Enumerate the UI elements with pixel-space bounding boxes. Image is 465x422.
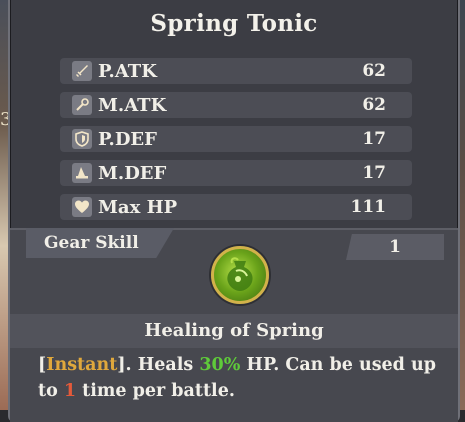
stat-label: M.DEF <box>98 162 167 184</box>
skill-name: Healing of Spring <box>144 320 324 341</box>
desc-use-count: 1 <box>63 381 77 401</box>
stat-row-maxhp: Max HP 111 <box>60 194 412 220</box>
gear-skill-tab-label: Gear Skill <box>44 233 139 253</box>
wand-icon <box>72 95 92 115</box>
desc-heal-percent: 30% <box>199 355 241 375</box>
stat-label: P.ATK <box>98 60 157 82</box>
stat-value: 17 <box>362 163 386 183</box>
stat-label: M.ATK <box>98 94 167 116</box>
skill-description: [Instant]. Heals 30% HP. Can be used up t… <box>38 352 458 404</box>
stat-label: P.DEF <box>98 128 157 150</box>
skill-level-badge: 1 <box>346 234 444 260</box>
desc-instant-tag: Instant <box>46 355 118 375</box>
desc-text: ]. Heals <box>117 355 200 375</box>
heart-icon <box>72 197 92 217</box>
stat-row-mdef: M.DEF 17 <box>60 160 412 186</box>
desc-text: to <box>38 381 64 401</box>
stat-value: 17 <box>362 129 386 149</box>
item-tooltip-card: Spring Tonic P.ATK 62 M.ATK 62 P.DEF 17 … <box>8 0 460 422</box>
item-title: Spring Tonic <box>150 10 318 37</box>
stat-row-pdef: P.DEF 17 <box>60 126 412 152</box>
stat-row-patk: P.ATK 62 <box>60 58 412 84</box>
stat-value: 111 <box>350 197 387 217</box>
sword-icon <box>72 61 92 81</box>
stat-value: 62 <box>362 61 386 81</box>
shield-icon <box>72 129 92 149</box>
healing-potion-icon[interactable] <box>211 246 269 304</box>
desc-text: time per battle. <box>76 381 235 401</box>
wizard-hat-icon <box>72 163 92 183</box>
desc-text: HP. Can be used up <box>240 355 436 375</box>
stat-row-matk: M.ATK 62 <box>60 92 412 118</box>
stat-value: 62 <box>362 95 386 115</box>
stat-label: Max HP <box>98 196 178 218</box>
